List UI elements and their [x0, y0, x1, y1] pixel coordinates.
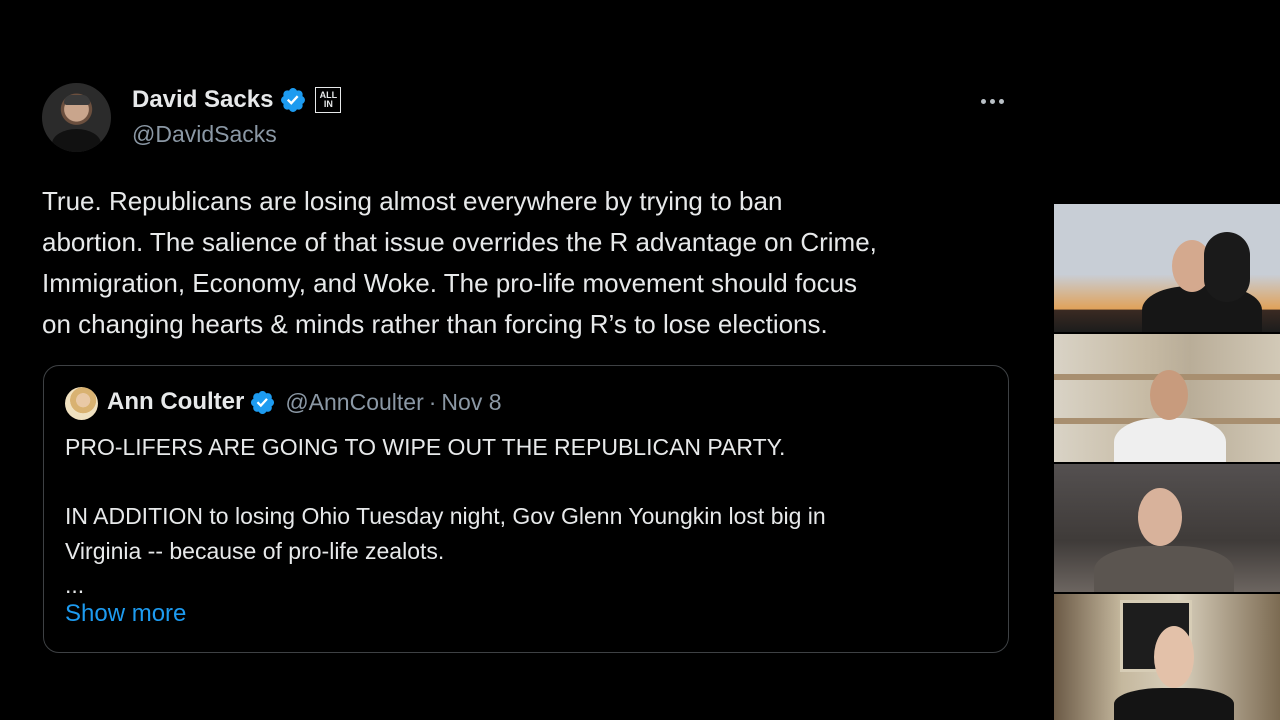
avatar-shirt [52, 129, 101, 152]
separator-dot: · [428, 388, 437, 415]
quoted-tweet-text: PRO-LIFERS ARE GOING TO WIPE OUT THE REP… [65, 430, 826, 603]
quoted-tweet[interactable]: Ann Coulter @AnnCoulter · Nov 8 PRO-LIFE… [43, 365, 1009, 653]
participant-head [1150, 370, 1188, 420]
participant-body [1094, 546, 1234, 592]
show-more-link[interactable]: Show more [65, 600, 186, 628]
video-tile [1054, 204, 1280, 332]
more-options-button[interactable] [981, 96, 1011, 106]
quoted-text-line: ... [65, 572, 85, 598]
affiliate-badge[interactable]: ALL IN [315, 87, 342, 113]
quoted-text-line: Virginia -- because of pro-life zealots. [65, 537, 445, 564]
participant-body [1114, 688, 1234, 720]
participant-body [1114, 418, 1226, 462]
more-horizontal-icon [999, 98, 1004, 104]
quoted-text-line: PRO-LIFERS ARE GOING TO WIPE OUT THE REP… [65, 434, 786, 460]
more-horizontal-icon [981, 98, 986, 104]
video-tile [1054, 464, 1280, 592]
verified-badge-icon [281, 88, 306, 112]
tweet-text-line: True. Republicans are losing almost ever… [42, 186, 783, 216]
quoted-tweet-date[interactable]: Nov 8 [441, 389, 501, 416]
author-name[interactable]: David Sacks [132, 86, 273, 114]
verified-badge-icon [251, 390, 275, 414]
avatar-hair [64, 95, 90, 105]
author-handle[interactable]: @DavidSacks [132, 121, 277, 148]
video-call-participants [1054, 204, 1280, 720]
tweet-text-line: on changing hearts & minds rather than f… [42, 309, 828, 339]
tweet-text: True. Republicans are losing almost ever… [42, 181, 1012, 345]
quoted-text-line [65, 465, 826, 500]
participant-raised-arm [1204, 232, 1250, 302]
author-avatar[interactable] [42, 83, 111, 152]
affiliate-badge-line2: IN [323, 99, 333, 109]
quoted-tweet-header: Ann Coulter @AnnCoulter · Nov 8 [107, 388, 502, 416]
video-tile [1054, 594, 1280, 720]
quoted-author-name[interactable]: Ann Coulter [107, 388, 244, 416]
participant-head [1138, 488, 1182, 546]
video-tile [1054, 334, 1280, 462]
more-horizontal-icon [990, 98, 995, 104]
quoted-text-line: IN ADDITION to losing Ohio Tuesday night… [65, 503, 826, 529]
participant-head [1154, 626, 1194, 688]
tweet-card: David Sacks ALL IN @DavidSacks True. Rep… [0, 0, 1040, 720]
quoted-author-handle[interactable]: @AnnCoulter [285, 389, 423, 416]
author-name-row: David Sacks ALL IN [132, 86, 342, 114]
quoted-author-avatar[interactable] [65, 387, 98, 420]
tweet-text-line: Immigration, Economy, and Woke. The pro-… [42, 268, 858, 298]
tweet-text-line: abortion. The salience of that issue ove… [42, 227, 877, 257]
